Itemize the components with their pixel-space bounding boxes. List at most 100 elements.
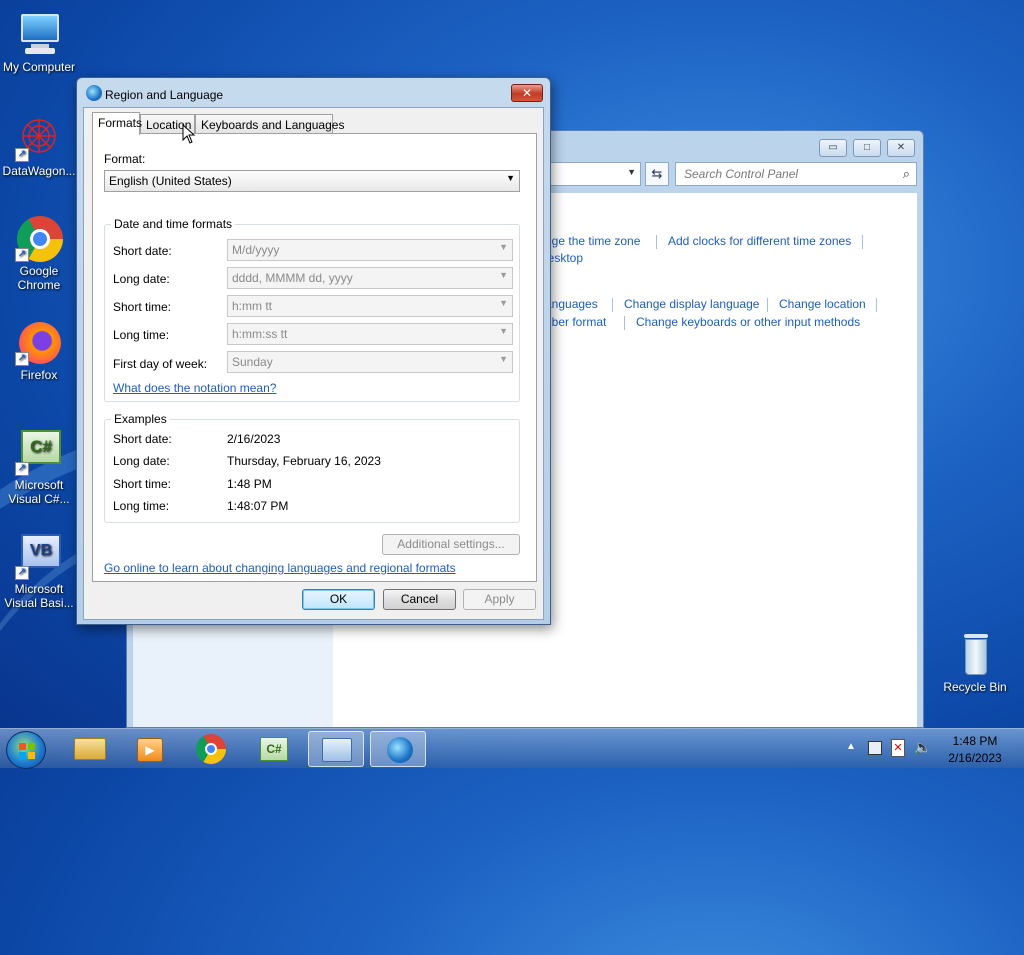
desktop-icon-label: Recycle Bin bbox=[943, 680, 1007, 694]
apply-button[interactable]: Apply bbox=[463, 589, 536, 610]
short-time-value: h:mm tt bbox=[232, 299, 273, 313]
close-button[interactable]: ✕ bbox=[887, 139, 915, 157]
online-languages-link[interactable]: Go online to learn about changing langua… bbox=[104, 561, 456, 575]
refresh-icon[interactable]: ⇆ bbox=[645, 162, 669, 186]
my-computer-icon bbox=[15, 10, 63, 58]
link-add-clocks[interactable]: Add clocks for different time zones bbox=[668, 234, 851, 248]
desktop-icon-label: My Computer bbox=[2, 60, 76, 74]
taskbar-region-language-button[interactable] bbox=[370, 731, 426, 767]
close-button[interactable]: ✕ bbox=[511, 84, 543, 102]
chevron-down-icon: ▼ bbox=[499, 354, 508, 364]
long-time-label: Long time: bbox=[113, 328, 170, 342]
mouse-cursor-icon bbox=[182, 124, 196, 144]
clock-time[interactable]: 1:48 PM bbox=[940, 734, 1010, 748]
desktop-icon-firefox[interactable]: ↗ Firefox bbox=[0, 318, 78, 382]
show-hidden-icons-icon[interactable]: ▲ bbox=[846, 741, 856, 752]
additional-settings-button[interactable]: Additional settings... bbox=[382, 534, 520, 555]
cancel-button[interactable]: Cancel bbox=[383, 589, 456, 610]
region-language-dialog[interactable]: Region and Language ✕ Formats Location K… bbox=[76, 77, 551, 625]
start-button[interactable] bbox=[6, 731, 46, 769]
long-time-value: h:mm:ss tt bbox=[232, 327, 288, 341]
address-bar[interactable]: ▼ bbox=[547, 162, 641, 186]
vb-icon: VB ↗ bbox=[15, 532, 63, 580]
desktop-icon-visual-csharp[interactable]: C# ↗ Microsoft Visual C#... bbox=[0, 428, 78, 506]
globe-icon bbox=[387, 737, 413, 763]
date-time-formats-group: Date and time formats Short date: M/d/yy… bbox=[104, 217, 520, 402]
chevron-down-icon: ▼ bbox=[499, 326, 508, 336]
example-long-time-value: 1:48:07 PM bbox=[227, 499, 289, 513]
link-change-time-zone[interactable]: nge the time zone bbox=[545, 234, 640, 248]
desktop-icon-recycle-bin[interactable]: Recycle Bin bbox=[936, 630, 1014, 694]
desktop-icon-label: Microsoft Visual C#... bbox=[8, 478, 70, 506]
format-select[interactable]: English (United States) ▼ bbox=[104, 170, 520, 192]
first-day-value: Sunday bbox=[232, 355, 273, 369]
action-center-flag-icon[interactable]: ✕ bbox=[891, 739, 905, 757]
tab-keyboards-languages[interactable]: Keyboards and Languages bbox=[195, 114, 344, 134]
format-value: English (United States) bbox=[109, 174, 232, 188]
taskbar-explorer-button[interactable] bbox=[62, 731, 118, 767]
taskbar: ▶ C# ▲ ✕ 🔈 1:48 PM 2/16/2023 bbox=[0, 728, 1024, 769]
chevron-down-icon: ▼ bbox=[499, 298, 508, 308]
example-long-date-label: Long date: bbox=[113, 454, 170, 468]
short-time-select[interactable]: h:mm tt ▼ bbox=[227, 295, 513, 317]
network-icon[interactable] bbox=[868, 741, 882, 755]
firefox-icon: ↗ bbox=[15, 318, 63, 366]
chrome-icon: ↗ bbox=[15, 214, 63, 262]
volume-icon[interactable]: 🔈 bbox=[914, 739, 931, 756]
example-short-time-value: 1:48 PM bbox=[227, 477, 272, 491]
example-short-date-label: Short date: bbox=[113, 432, 172, 446]
ok-button[interactable]: OK bbox=[302, 589, 375, 610]
format-label: Format: bbox=[104, 152, 146, 166]
short-date-label: Short date: bbox=[113, 244, 172, 258]
shortcut-arrow-icon: ↗ bbox=[15, 352, 29, 366]
formats-panel: Format: English (United States) ▼ Date a… bbox=[92, 133, 537, 582]
maximize-button[interactable]: □ bbox=[853, 139, 881, 157]
minimize-button[interactable]: ▭ bbox=[819, 139, 847, 157]
shortcut-arrow-icon: ↗ bbox=[15, 148, 29, 162]
long-time-select[interactable]: h:mm:ss tt ▼ bbox=[227, 323, 513, 345]
link-change-location[interactable]: Change location bbox=[779, 297, 866, 311]
desktop-icon-chrome[interactable]: ↗ Google Chrome bbox=[0, 214, 78, 292]
long-date-select[interactable]: dddd, MMMM dd, yyyy ▼ bbox=[227, 267, 513, 289]
desktop-icon-visual-basic[interactable]: VB ↗ Microsoft Visual Basi... bbox=[0, 532, 78, 610]
group-title: Examples bbox=[111, 412, 170, 426]
examples-group: Examples Short date: 2/16/2023 Long date… bbox=[104, 412, 520, 523]
example-long-time-label: Long time: bbox=[113, 499, 170, 513]
example-long-date-value: Thursday, February 16, 2023 bbox=[227, 454, 381, 468]
link-languages[interactable]: anguages bbox=[545, 297, 598, 311]
desktop-icon-label: Google Chrome bbox=[17, 264, 61, 292]
media-player-icon: ▶ bbox=[137, 738, 163, 762]
taskbar-chrome-button[interactable] bbox=[184, 731, 240, 767]
short-date-value: M/d/yyyy bbox=[232, 243, 280, 257]
link-number-format[interactable]: nber format bbox=[545, 315, 606, 329]
search-icon[interactable]: ⌕ bbox=[903, 166, 910, 182]
notation-link[interactable]: What does the notation mean? bbox=[113, 381, 276, 395]
folder-icon bbox=[74, 738, 106, 760]
tab-formats[interactable]: Formats bbox=[92, 112, 142, 135]
short-time-label: Short time: bbox=[113, 300, 172, 314]
windows-logo-icon bbox=[19, 743, 35, 759]
short-date-select[interactable]: M/d/yyyy ▼ bbox=[227, 239, 513, 261]
taskbar-media-player-button[interactable]: ▶ bbox=[122, 731, 178, 767]
taskbar-control-panel-button[interactable] bbox=[308, 731, 364, 767]
csharp-icon: C# bbox=[260, 737, 288, 761]
csharp-icon: C# ↗ bbox=[15, 428, 63, 476]
link-change-display-language[interactable]: Change display language bbox=[624, 297, 759, 311]
first-day-select[interactable]: Sunday ▼ bbox=[227, 351, 513, 373]
chevron-down-icon: ▼ bbox=[499, 270, 508, 280]
first-day-label: First day of week: bbox=[113, 357, 208, 371]
chevron-down-icon[interactable]: ▼ bbox=[627, 167, 636, 177]
recycle-bin-icon bbox=[951, 630, 999, 678]
taskbar-csharp-button[interactable]: C# bbox=[246, 731, 302, 767]
clock-date[interactable]: 2/16/2023 bbox=[940, 751, 1010, 765]
example-short-date-value: 2/16/2023 bbox=[227, 432, 281, 446]
search-input[interactable]: Search Control Panel ⌕ bbox=[675, 162, 917, 186]
datawagon-icon: ↗ bbox=[15, 114, 63, 162]
control-panel-icon bbox=[322, 738, 352, 762]
link-change-keyboards[interactable]: Change keyboards or other input methods bbox=[636, 315, 860, 329]
desktop-icon-my-computer[interactable]: My Computer bbox=[0, 10, 78, 74]
group-title: Date and time formats bbox=[111, 217, 236, 231]
desktop-icon-datawagon[interactable]: ↗ DataWagon... bbox=[0, 114, 78, 178]
shortcut-arrow-icon: ↗ bbox=[15, 566, 29, 580]
chevron-down-icon: ▼ bbox=[499, 242, 508, 252]
